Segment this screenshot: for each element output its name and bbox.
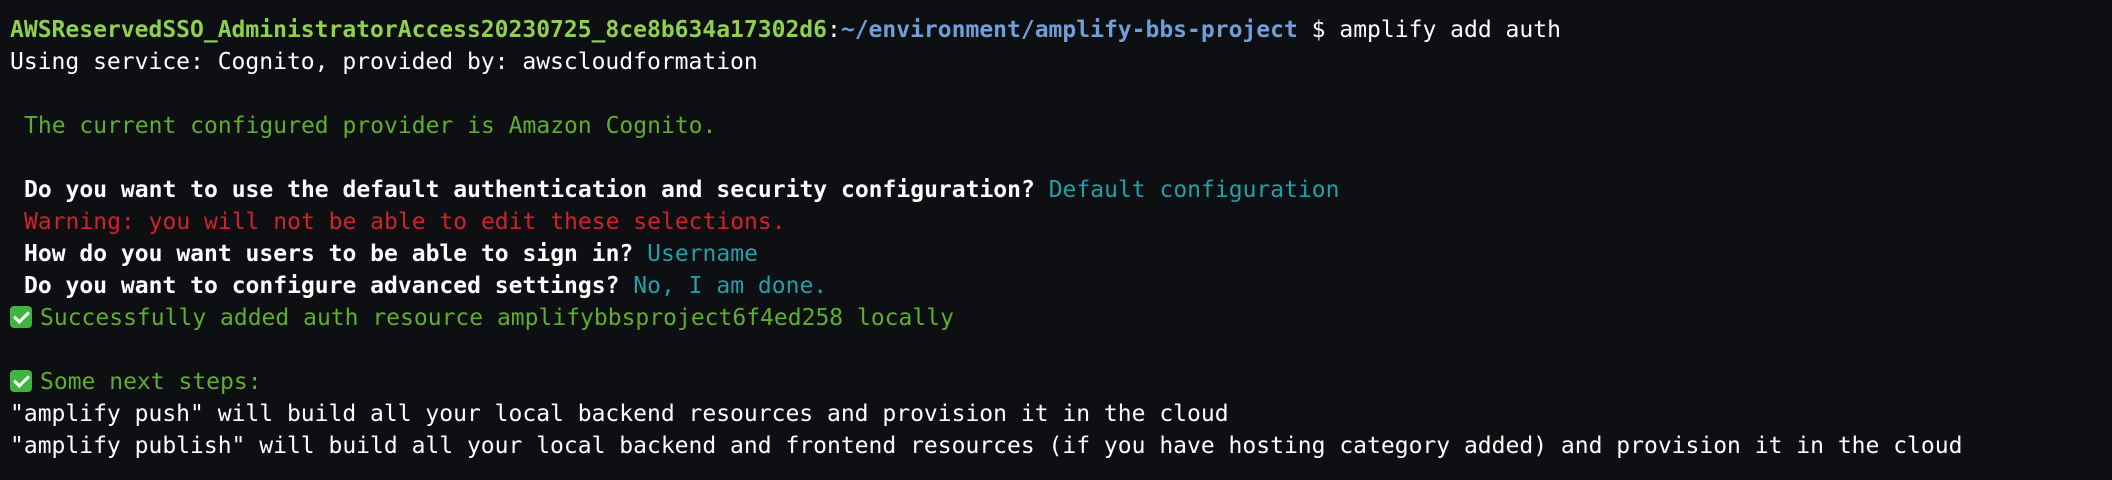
prompt-symbol: $ — [1297, 17, 1340, 43]
prompt-separator: : — [826, 17, 841, 43]
question-label: How do you want users to be able to sign… — [24, 241, 634, 267]
next-steps-line: Some next steps: — [10, 366, 2102, 398]
next-steps-text: Some next steps: — [40, 369, 262, 395]
prompt-line: AWSReservedSSO_AdministratorAccess202307… — [10, 14, 2102, 46]
prompt-user-host: AWSReservedSSO_AdministratorAccess202307… — [10, 17, 827, 43]
question-label: Do you want to use the default authentic… — [24, 177, 1035, 203]
using-service-line: Using service: Cognito, provided by: aws… — [10, 49, 758, 75]
prompt-path: ~/environment/amplify-bbs-project — [840, 17, 1298, 43]
question-sign-in: How do you want users to be able to sign… — [10, 238, 2102, 270]
warning-line: Warning: you will not be able to edit th… — [24, 209, 786, 235]
success-line: Successfully added auth resource amplify… — [10, 302, 2102, 334]
success-text: Successfully added auth resource amplify… — [40, 305, 954, 331]
question-answer: Default configuration — [1048, 177, 1340, 203]
question-default-config: Do you want to use the default authentic… — [10, 174, 2102, 206]
question-advanced-settings: Do you want to configure advanced settin… — [10, 270, 2102, 302]
publish-info-line: "amplify publish" will build all your lo… — [10, 433, 1963, 459]
check-mark-icon — [10, 306, 32, 328]
terminal-window[interactable]: AWSReservedSSO_AdministratorAccess202307… — [0, 0, 2112, 480]
question-answer: Username — [647, 241, 758, 267]
question-answer: No, I am done. — [633, 273, 828, 299]
prompt-command: amplify add auth — [1339, 17, 1561, 43]
question-label: Do you want to configure advanced settin… — [24, 273, 620, 299]
push-info-line: "amplify push" will build all your local… — [10, 401, 1229, 427]
check-mark-icon — [10, 370, 32, 392]
current-provider-line: The current configured provider is Amazo… — [24, 113, 717, 139]
